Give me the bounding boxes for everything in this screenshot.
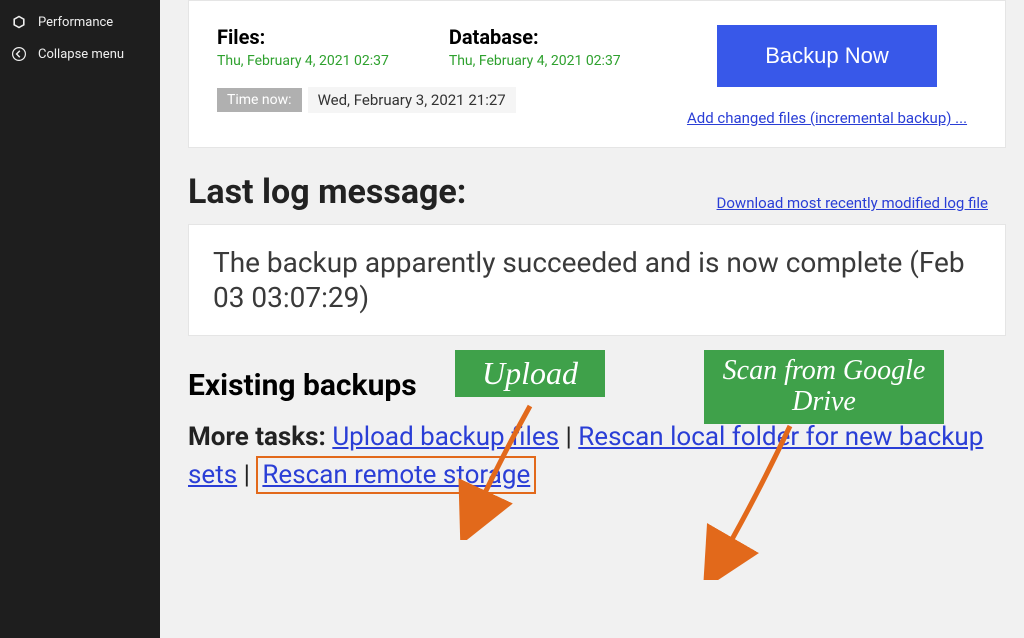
admin-sidebar: Performance Collapse menu [0,0,160,638]
sidebar-item-performance[interactable]: Performance [0,6,160,38]
backup-status-card: Files: Thu, February 4, 2021 02:37 Datab… [188,0,1006,148]
database-date: Thu, February 4, 2021 02:37 [449,53,621,69]
separator: | [244,460,257,490]
files-label: Files: [217,25,389,49]
backup-now-button[interactable]: Backup Now [717,25,937,87]
log-header: Last log message: Download most recently… [188,172,1006,212]
more-tasks-row: More tasks: Upload backup files | Rescan… [188,419,1006,494]
annotation-scan: Scan from Google Drive [704,350,944,424]
log-message: The backup apparently succeeded and is n… [213,246,965,314]
time-now-row: Time now: Wed, February 3, 2021 21:27 [217,87,629,113]
separator: | [565,422,578,452]
log-message-card: The backup apparently succeeded and is n… [188,224,1006,336]
sidebar-item-collapse[interactable]: Collapse menu [0,38,160,70]
rescan-remote-highlight: Rescan remote storage [256,456,536,494]
files-status: Files: Thu, February 4, 2021 02:37 [217,25,389,69]
database-label: Database: [449,25,621,49]
time-now-badge: Time now: [217,88,302,112]
rescan-remote-link[interactable]: Rescan remote storage [262,460,530,490]
performance-icon [10,13,28,31]
status-right: Backup Now Add changed files (incrementa… [677,25,977,127]
annotation-upload: Upload [455,350,605,397]
sidebar-item-label: Performance [38,15,113,30]
more-tasks-label: More tasks: [188,422,326,452]
collapse-icon [10,45,28,63]
database-status: Database: Thu, February 4, 2021 02:37 [449,25,621,69]
files-date: Thu, February 4, 2021 02:37 [217,53,389,69]
time-now-value: Wed, February 3, 2021 21:27 [308,87,516,113]
incremental-backup-link[interactable]: Add changed files (incremental backup) .… [687,109,967,127]
upload-backup-files-link[interactable]: Upload backup files [332,422,559,452]
sidebar-item-label: Collapse menu [38,47,124,62]
download-log-link[interactable]: Download most recently modified log file [717,194,988,212]
main-content: Files: Thu, February 4, 2021 02:37 Datab… [160,0,1024,638]
status-left: Files: Thu, February 4, 2021 02:37 Datab… [217,25,629,127]
